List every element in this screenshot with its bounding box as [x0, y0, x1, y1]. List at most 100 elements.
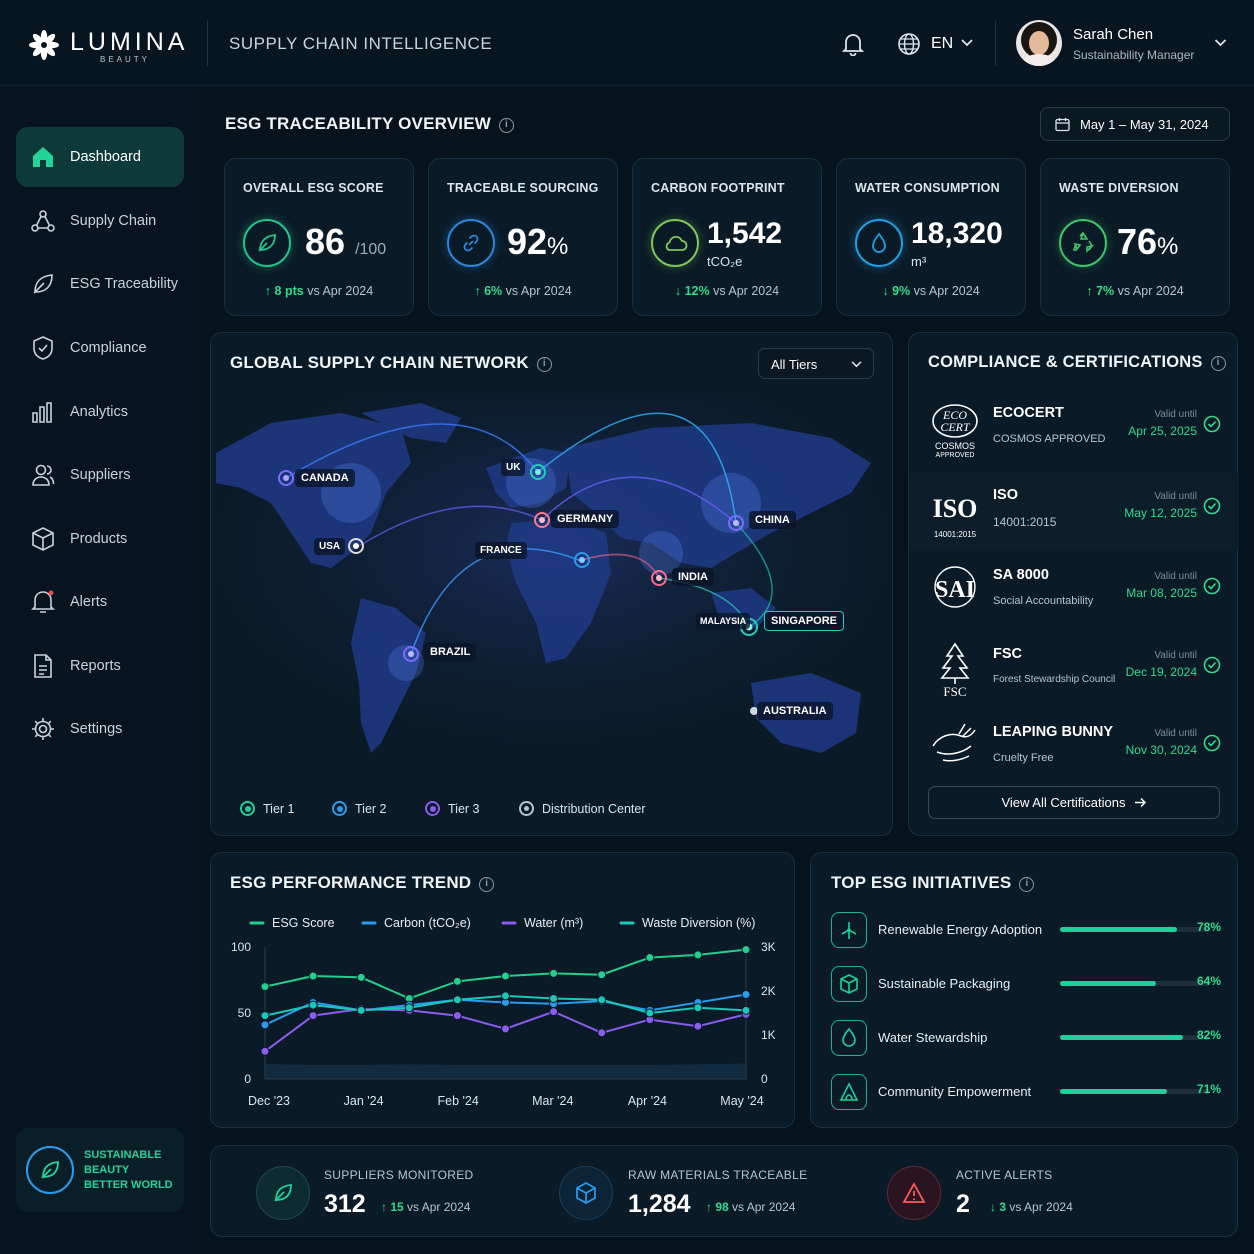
data-point[interactable] [308, 1000, 318, 1010]
stat-active-alerts[interactable]: ACTIVE ALERTS 2 ↓ 3 vs Apr 2024 [887, 1164, 1187, 1220]
trend-chart[interactable]: 100 50 0 3K 2K 1K 0 Dec '23 Jan '24 Feb '24 Mar '2… [211, 853, 796, 1129]
kpi-unit: m³ [911, 254, 927, 269]
data-point[interactable] [260, 1011, 270, 1021]
stat-label: ACTIVE ALERTS [956, 1168, 1053, 1182]
data-point[interactable] [404, 1003, 414, 1013]
data-point[interactable] [356, 972, 366, 982]
y-right-tick-label: 1K [761, 1028, 776, 1042]
cert-row-leaping-bunny[interactable]: LEAPING BUNNY Cruelty Free Valid until N… [929, 710, 1221, 786]
data-point[interactable] [693, 1003, 703, 1013]
sidebar-item-products[interactable]: Products [16, 509, 184, 569]
kpi-card-carbon-footprint[interactable]: CARBON FOOTPRINT 1,542 tCO₂e ↓ 12% vs Ap… [632, 158, 822, 316]
initiative-row-water-stewardship[interactable]: Water Stewardship 82% [831, 1020, 1221, 1060]
kpi-delta: ↑ 6% [474, 284, 503, 298]
info-icon[interactable]: i [499, 118, 515, 133]
data-point[interactable] [741, 945, 751, 955]
sidebar-item-reports[interactable]: Reports [16, 636, 184, 696]
page-section-title: SUPPLY CHAIN INTELLIGENCE [229, 34, 493, 53]
esg-trend-panel: ESG PERFORMANCE TREND i 100 50 0 3K 2K 1K 0 Dec … [210, 852, 795, 1128]
data-point[interactable] [260, 1020, 270, 1030]
chevron-down-icon[interactable] [961, 39, 973, 47]
cert-row-iso[interactable]: ISO 14001:2015 ISO 14001:2015 Valid until… [909, 473, 1239, 549]
supply-chain-network-panel: GLOBAL SUPPLY CHAIN NETWORK i All Tiers [210, 332, 893, 836]
initiative-row-community-empowerment[interactable]: Community Empowerment 71% [831, 1074, 1221, 1114]
data-point[interactable] [645, 1008, 655, 1018]
data-point[interactable] [645, 953, 655, 963]
data-point[interactable] [308, 1011, 318, 1021]
kpi-card-traceable-sourcing[interactable]: TRACEABLE SOURCING 92% ↑ 6% vs Apr 2024 [428, 158, 618, 316]
kpi-card-waste-diversion[interactable]: WASTE DIVERSION 76% ↑ 7% vs Apr 2024 [1040, 158, 1230, 316]
sidebar-item-analytics[interactable]: Analytics [16, 382, 184, 442]
kpi-compare: vs Apr 2024 [505, 284, 572, 298]
sidebar-item-supply-chain[interactable]: Supply Chain [16, 191, 184, 251]
calendar-icon [1055, 118, 1070, 132]
kpi-compare: vs Apr 2024 [307, 284, 374, 298]
data-point[interactable] [452, 976, 462, 986]
lumina-logo-icon [29, 30, 59, 60]
info-icon[interactable]: i [536, 357, 552, 372]
kpi-delta: ↑ 8 pts [264, 284, 304, 298]
initiative-progress-fill [1060, 927, 1177, 932]
cert-row-ecocert[interactable]: ECO CERT COSMOS APPROVED ECOCERT COSMOS APP… [929, 391, 1221, 467]
globe-icon[interactable] [897, 32, 921, 56]
chevron-down-icon [851, 361, 862, 368]
initiative-name: Sustainable Packaging [878, 976, 1011, 991]
info-icon[interactable]: i [1210, 356, 1226, 371]
date-range-picker[interactable]: May 1 – May 31, 2024 [1040, 107, 1230, 141]
data-point[interactable] [501, 971, 510, 981]
notification-bell-icon[interactable] [842, 32, 864, 56]
data-point[interactable] [501, 991, 510, 1001]
legend-tier-2[interactable]: Tier 2 [332, 801, 387, 816]
data-point[interactable] [693, 950, 703, 960]
user-menu-chevron-icon[interactable] [1214, 39, 1227, 47]
data-point[interactable] [356, 1005, 366, 1015]
data-point[interactable] [597, 995, 607, 1005]
data-point[interactable] [549, 968, 559, 978]
stat-raw-materials-traceable[interactable]: RAW MATERIALS TRACEABLE 1,284 ↑ 98 vs Ap… [559, 1164, 859, 1220]
kpi-card-esg-score[interactable]: OVERALL ESG SCORE 86 /100 ↑ 8 pts vs Apr… [224, 158, 414, 316]
data-point[interactable] [741, 990, 751, 1000]
view-all-certifications-button[interactable]: View All Certifications [928, 786, 1220, 819]
sidebar-item-settings[interactable]: Settings [16, 699, 184, 759]
info-icon[interactable]: i [1019, 877, 1035, 892]
data-point[interactable] [693, 1021, 703, 1031]
data-point[interactable] [549, 1007, 559, 1017]
data-point[interactable] [501, 1024, 510, 1034]
kpi-compare: vs Apr 2024 [913, 284, 980, 298]
cert-row-fsc[interactable]: FSC FSC Forest Stewardship Council Valid… [929, 632, 1221, 708]
tier-filter-dropdown[interactable]: All Tiers [758, 348, 874, 379]
sidebar-item-alerts[interactable]: Alerts [16, 572, 184, 632]
legend-tier-3[interactable]: Tier 3 [425, 801, 480, 816]
initiative-row-renewable-energy[interactable]: Renewable Energy Adoption 78% [831, 912, 1221, 952]
stat-suppliers-monitored[interactable]: SUPPLIERS MONITORED 312 ↑ 15 vs Apr 2024 [256, 1164, 556, 1220]
sidebar-item-esg-traceability[interactable]: ESG Traceability [16, 254, 184, 314]
kpi-card-water-consumption[interactable]: WATER CONSUMPTION 18,320 m³ ↓ 9% vs Apr … [836, 158, 1026, 316]
network-title: GLOBAL SUPPLY CHAIN NETWORK i [230, 353, 552, 373]
stat-delta: ↑ 15 [381, 1200, 404, 1214]
data-point[interactable] [452, 995, 462, 1005]
data-point[interactable] [597, 1028, 607, 1038]
world-map[interactable] [211, 393, 893, 783]
avatar[interactable] [1016, 20, 1062, 66]
initiative-row-sustainable-packaging[interactable]: Sustainable Packaging 64% [831, 966, 1221, 1006]
legend-distribution-center[interactable]: Distribution Center [519, 801, 646, 816]
sidebar-item-suppliers[interactable]: Suppliers [16, 445, 184, 505]
data-point[interactable] [260, 982, 270, 992]
language-selector[interactable]: EN [931, 35, 953, 53]
data-point[interactable] [741, 1005, 751, 1015]
data-point[interactable] [452, 1011, 462, 1021]
brand-name: LUMINA [70, 28, 189, 56]
data-point[interactable] [260, 1046, 270, 1056]
kpi-compare: vs Apr 2024 [1117, 284, 1184, 298]
cert-row-sa8000[interactable]: SAI SA 8000 Social Accountability Valid … [929, 553, 1221, 629]
sidebar-item-compliance[interactable]: Compliance [16, 318, 184, 378]
data-point[interactable] [308, 971, 318, 981]
legend-tier-1[interactable]: Tier 1 [240, 801, 295, 816]
sidebar-item-dashboard[interactable]: Dashboard [16, 127, 184, 187]
data-point[interactable] [597, 970, 607, 980]
initiatives-title: TOP ESG INITIATIVES i [831, 873, 1035, 893]
data-point[interactable] [549, 993, 559, 1003]
sustainable-badge: SUSTAINABLE BEAUTY BETTER WORLD [16, 1128, 184, 1212]
location-label-uk: UK [501, 459, 526, 476]
valid-until-label: Valid until [1154, 409, 1197, 420]
